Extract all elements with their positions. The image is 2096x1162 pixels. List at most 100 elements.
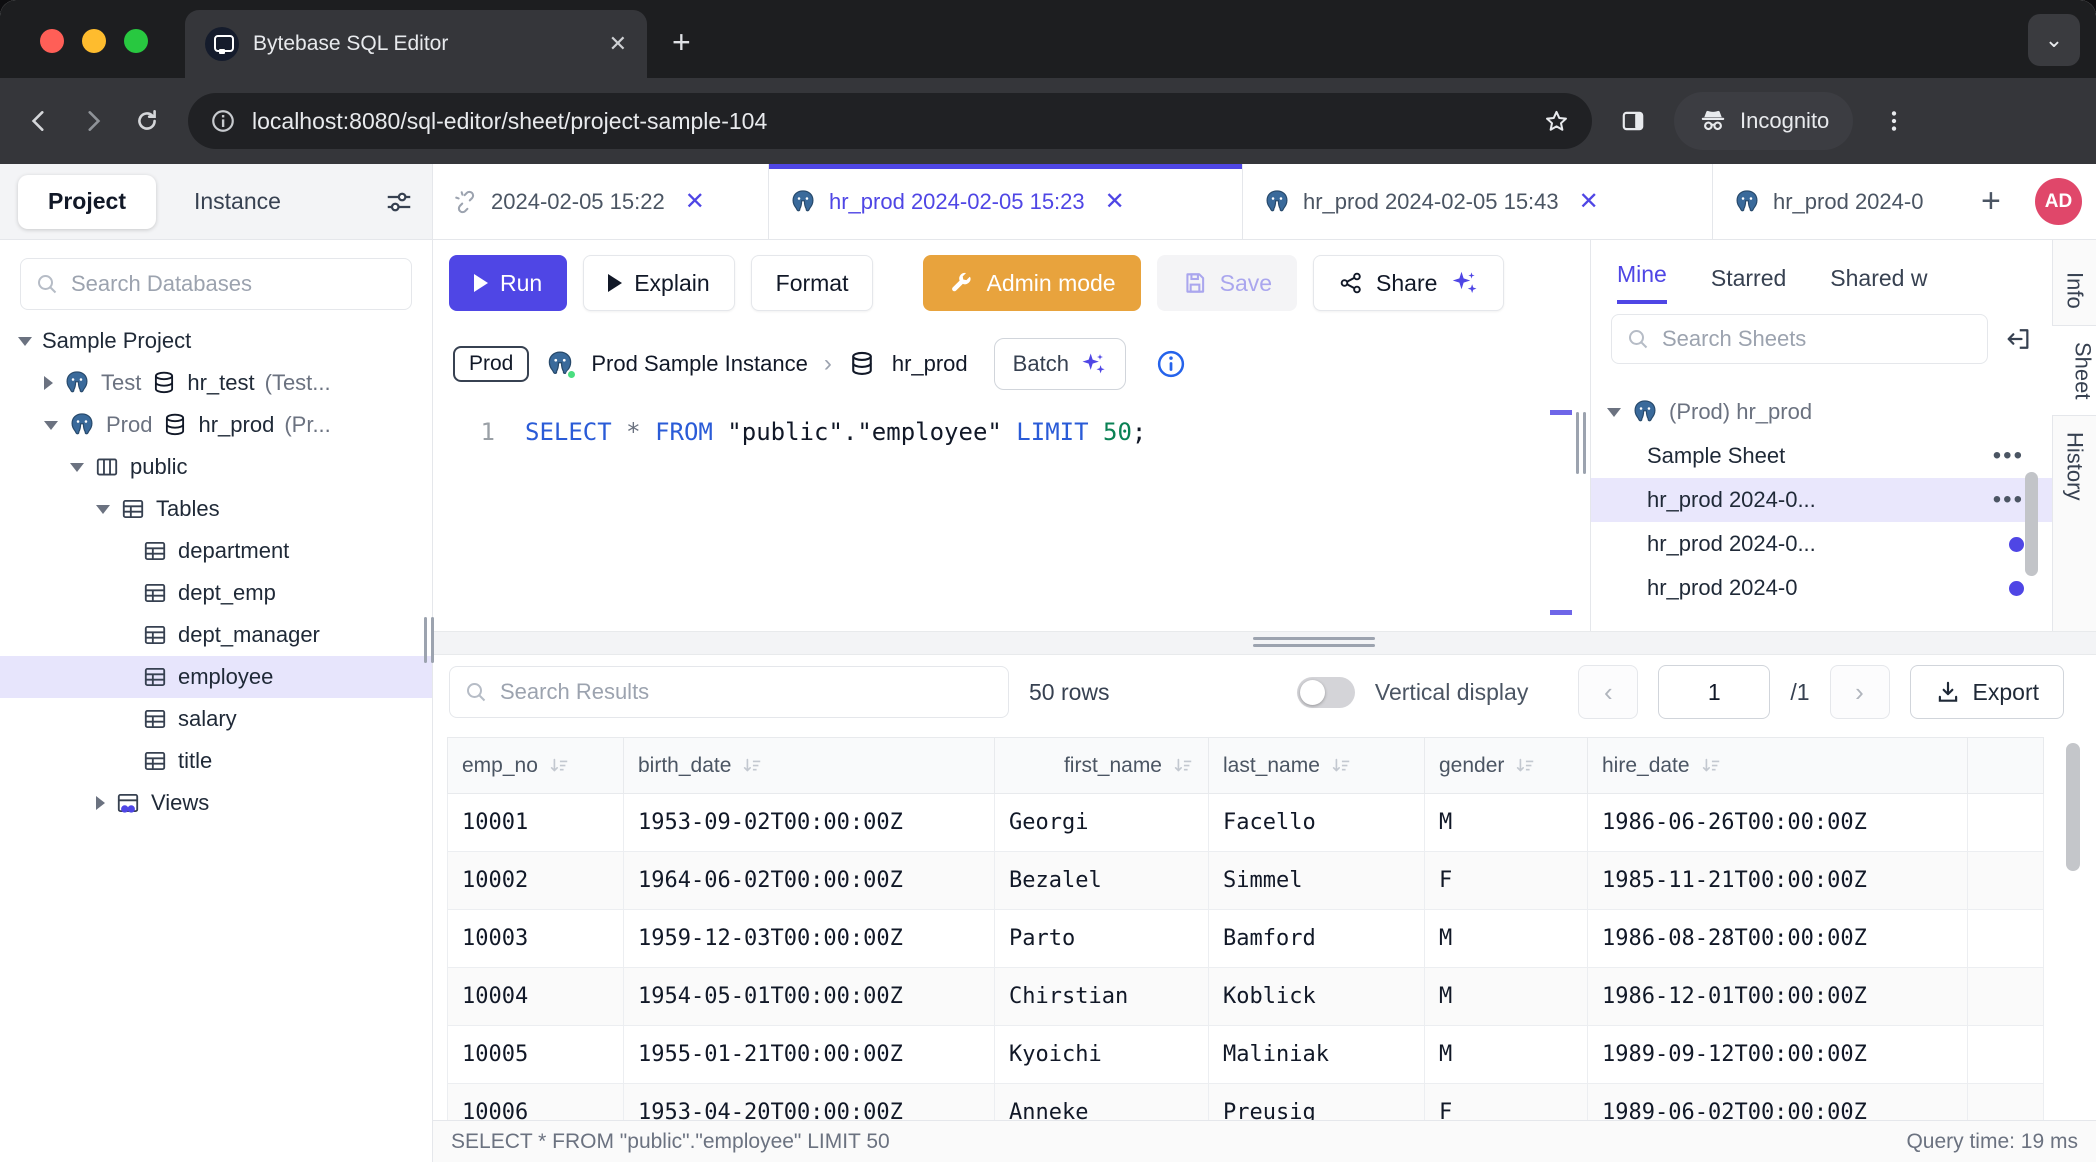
- sort-icon[interactable]: [1700, 755, 1722, 777]
- caret-right-icon[interactable]: [44, 376, 53, 390]
- tab-search-chevron-icon[interactable]: ⌄: [2028, 14, 2080, 66]
- run-button[interactable]: Run: [449, 255, 567, 311]
- caret-down-icon[interactable]: [1607, 408, 1621, 417]
- search-results-input[interactable]: Search Results: [449, 666, 1009, 718]
- format-button[interactable]: Format: [751, 255, 874, 311]
- results-scrollbar[interactable]: [2066, 743, 2080, 871]
- table-cell[interactable]: Facello: [1209, 794, 1425, 852]
- sort-icon[interactable]: [548, 755, 570, 777]
- explain-button[interactable]: Explain: [583, 255, 734, 311]
- sort-icon[interactable]: [741, 755, 763, 777]
- sheet-item-selected[interactable]: hr_prod 2024-0... •••: [1591, 478, 2052, 522]
- sheet-tab-2-active[interactable]: hr_prod 2024-02-05 15:23 ✕: [769, 164, 1243, 239]
- tree-item-table-salary[interactable]: salary: [0, 698, 432, 740]
- tree-item-table-title[interactable]: title: [0, 740, 432, 782]
- new-sheet-button[interactable]: +: [1965, 164, 2017, 239]
- table-cell[interactable]: Bamford: [1209, 910, 1425, 968]
- caret-right-icon[interactable]: [96, 796, 105, 810]
- tab-shared[interactable]: Shared w: [1830, 265, 1927, 304]
- caret-down-icon[interactable]: [96, 505, 110, 514]
- tab-starred[interactable]: Starred: [1711, 265, 1786, 304]
- save-button[interactable]: Save: [1157, 255, 1297, 311]
- sheet-tab-1[interactable]: 2024-02-05 15:22 ✕: [433, 164, 769, 239]
- share-button[interactable]: Share: [1313, 255, 1504, 311]
- close-tab-icon[interactable]: ✕: [609, 33, 627, 55]
- close-sheet-tab-icon[interactable]: ✕: [1105, 187, 1125, 216]
- sheet-menu-icon[interactable]: •••: [1993, 442, 2024, 470]
- back-icon[interactable]: [26, 108, 52, 134]
- avatar[interactable]: AD: [2035, 178, 2082, 225]
- search-sheets-input[interactable]: Search Sheets: [1611, 314, 1988, 364]
- table-cell[interactable]: Chirstian: [995, 968, 1209, 1026]
- sql-code-editor[interactable]: 1 SELECT * FROM "public"."employee" LIMI…: [433, 402, 1590, 631]
- page-input[interactable]: 1: [1658, 665, 1770, 719]
- tree-item-table-dept-manager[interactable]: dept_manager: [0, 614, 432, 656]
- ai-sparkles-icon[interactable]: [1449, 268, 1479, 298]
- caret-down-icon[interactable]: [18, 337, 32, 346]
- table-cell[interactable]: Kyoichi: [995, 1026, 1209, 1084]
- batch-button[interactable]: Batch: [994, 338, 1126, 390]
- horizontal-split-divider[interactable]: [433, 631, 2096, 655]
- sheet-tab-4[interactable]: hr_prod 2024-0: [1713, 164, 1965, 239]
- tree-item-hr-test[interactable]: Test hr_test (Test...: [0, 362, 432, 404]
- table-cell[interactable]: 10003: [448, 910, 624, 968]
- table-cell[interactable]: Bezalel: [995, 852, 1209, 910]
- caret-down-icon[interactable]: [70, 463, 84, 472]
- panel-resize-handle[interactable]: [1576, 412, 1586, 474]
- table-cell[interactable]: 1954-05-01T00:00:00Z: [624, 968, 995, 1026]
- tab-project[interactable]: Project: [18, 175, 156, 229]
- bookmark-star-icon[interactable]: [1543, 108, 1570, 135]
- sort-icon[interactable]: [1330, 755, 1352, 777]
- table-cell[interactable]: 1986-08-28T00:00:00Z: [1588, 910, 1968, 968]
- table-cell[interactable]: Preusig: [1209, 1084, 1425, 1121]
- table-cell[interactable]: Simmel: [1209, 852, 1425, 910]
- sheet-item-unsaved[interactable]: hr_prod 2024-0...: [1591, 522, 2052, 566]
- table-cell[interactable]: Parto: [995, 910, 1209, 968]
- table-cell[interactable]: 1955-01-21T00:00:00Z: [624, 1026, 995, 1084]
- collapse-panel-icon[interactable]: [2004, 325, 2032, 353]
- tab-instance[interactable]: Instance: [164, 175, 311, 229]
- table-cell[interactable]: Koblick: [1209, 968, 1425, 1026]
- table-cell[interactable]: 10004: [448, 968, 624, 1026]
- side-panel-icon[interactable]: [1620, 108, 1646, 134]
- table-cell[interactable]: Maliniak: [1209, 1026, 1425, 1084]
- vertical-display-toggle[interactable]: [1297, 677, 1355, 708]
- table-cell[interactable]: Georgi: [995, 794, 1209, 852]
- table-cell[interactable]: 10006: [448, 1084, 624, 1121]
- new-tab-button[interactable]: +: [672, 24, 691, 61]
- column-header-emp-no[interactable]: emp_no: [448, 738, 624, 794]
- sheet-group-hr-prod[interactable]: (Prod) hr_prod: [1591, 390, 2052, 434]
- site-info-icon[interactable]: [210, 108, 236, 134]
- table-cell[interactable]: F: [1425, 1084, 1588, 1121]
- sheet-item-sample[interactable]: Sample Sheet •••: [1591, 434, 2052, 478]
- caret-down-icon[interactable]: [44, 421, 58, 430]
- close-sheet-tab-icon[interactable]: ✕: [685, 187, 705, 216]
- table-cell[interactable]: M: [1425, 910, 1588, 968]
- tree-item-tables-group[interactable]: Tables: [0, 488, 432, 530]
- browser-tab[interactable]: Bytebase SQL Editor ✕: [185, 10, 647, 78]
- divider-drag-handle[interactable]: [1253, 637, 1375, 647]
- browser-menu-icon[interactable]: [1881, 108, 1907, 134]
- column-header-gender[interactable]: gender: [1425, 738, 1588, 794]
- admin-mode-button[interactable]: Admin mode: [923, 255, 1140, 311]
- sheet-menu-icon[interactable]: •••: [1993, 486, 2024, 514]
- table-cell[interactable]: 1953-09-02T00:00:00Z: [624, 794, 995, 852]
- tree-item-project[interactable]: Sample Project: [0, 320, 432, 362]
- tree-item-schema-public[interactable]: public: [0, 446, 432, 488]
- sheet-tab-3[interactable]: hr_prod 2024-02-05 15:43 ✕: [1243, 164, 1713, 239]
- instance-name[interactable]: Prod Sample Instance: [591, 351, 807, 377]
- table-cell[interactable]: 1985-11-21T00:00:00Z: [1588, 852, 1968, 910]
- tree-item-hr-prod[interactable]: Prod hr_prod (Pr...: [0, 404, 432, 446]
- table-cell[interactable]: F: [1425, 852, 1588, 910]
- rail-tab-info[interactable]: Info: [2062, 256, 2088, 325]
- table-cell[interactable]: 1953-04-20T00:00:00Z: [624, 1084, 995, 1121]
- table-cell[interactable]: 1986-12-01T00:00:00Z: [1588, 968, 1968, 1026]
- sheet-item-unsaved-2[interactable]: hr_prod 2024-0: [1591, 566, 2052, 610]
- rail-tab-sheet[interactable]: Sheet: [2052, 325, 2096, 417]
- table-cell[interactable]: 10001: [448, 794, 624, 852]
- address-bar[interactable]: localhost:8080/sql-editor/sheet/project-…: [188, 93, 1592, 149]
- table-cell[interactable]: M: [1425, 968, 1588, 1026]
- info-icon[interactable]: [1156, 349, 1186, 379]
- sidebar-resize-handle[interactable]: [424, 617, 436, 663]
- forward-icon[interactable]: [80, 108, 106, 134]
